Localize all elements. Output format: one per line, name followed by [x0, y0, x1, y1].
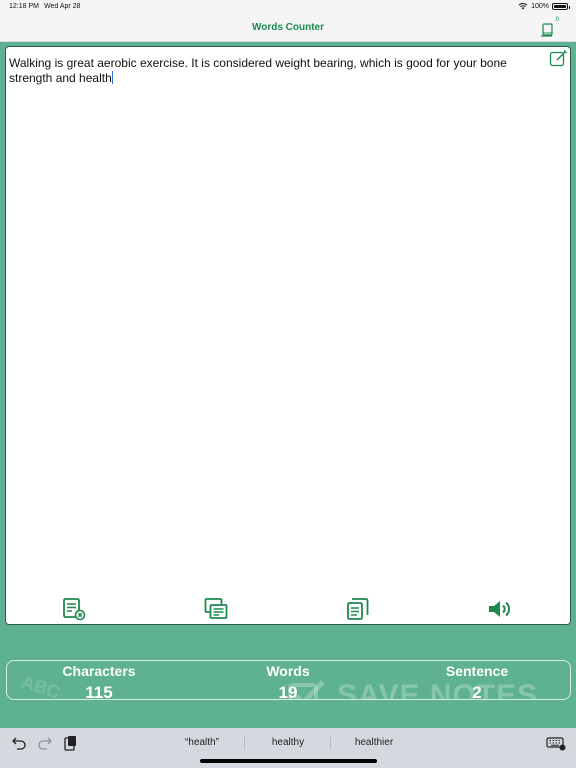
wifi-icon [518, 3, 528, 10]
text-caret [111, 71, 113, 84]
clear-text-icon [63, 598, 86, 621]
paste-icon [204, 598, 228, 619]
characters-stat: Characters 115 [19, 663, 179, 700]
edit-note-button[interactable] [549, 49, 568, 68]
home-indicator [200, 759, 377, 763]
copy-icon [347, 598, 369, 620]
battery-level [554, 4, 566, 8]
status-time: 12:18 PM [9, 3, 39, 10]
speak-button[interactable] [487, 597, 511, 621]
suggestion-1[interactable]: “health” [162, 737, 242, 748]
characters-label: Characters [62, 663, 136, 679]
characters-value: 115 [85, 683, 113, 700]
redo-icon [38, 737, 52, 750]
keyboard-dismiss-button[interactable] [546, 735, 566, 751]
status-indicators: 100% [518, 2, 570, 10]
paste-button[interactable] [204, 597, 228, 621]
text-editor[interactable]: Walking is great aerobic exercise. It is… [5, 46, 571, 625]
statistics-panel: ABC SAVE NOTES Characters 115 Words 19 S… [6, 660, 571, 700]
undo-button[interactable] [11, 735, 27, 751]
suggestion-2[interactable]: healthy [248, 737, 328, 748]
saved-notes-count: 0 [555, 17, 559, 23]
words-label: Words [266, 663, 310, 679]
suggestion-divider [244, 736, 245, 750]
battery-percent: 100% [531, 2, 549, 10]
saved-notes-icon [541, 23, 553, 37]
editor-text: Walking is great aerobic exercise. It is… [9, 56, 507, 85]
clear-text-button[interactable] [62, 597, 86, 621]
redo-button[interactable] [37, 735, 53, 751]
edit-note-icon [549, 50, 567, 67]
suggestion-divider [330, 736, 331, 750]
paste-clipboard-button[interactable] [62, 735, 78, 751]
status-bar: 12:18 PM Wed Apr 28 100% [0, 0, 576, 14]
editor-text-area[interactable]: Walking is great aerobic exercise. It is… [9, 56, 510, 86]
status-date: Wed Apr 28 [44, 3, 81, 10]
sentence-value: 2 [472, 683, 482, 700]
battery-icon [552, 2, 570, 10]
copy-button[interactable] [346, 597, 370, 621]
undo-icon [12, 737, 26, 750]
paste-clipboard-icon [64, 736, 76, 751]
saved-notes-button[interactable]: 0 [540, 17, 560, 37]
suggestion-3[interactable]: healthier [334, 737, 414, 748]
page-title: Words Counter [251, 22, 325, 33]
words-stat: Words 19 [208, 663, 368, 700]
keyboard-dismiss-icon [546, 737, 566, 751]
words-value: 19 [278, 683, 298, 700]
speaker-icon [489, 601, 510, 617]
sentence-label: Sentence [445, 663, 509, 679]
navigation-bar: Words Counter 0 [0, 14, 576, 42]
sentence-stat: Sentence 2 [397, 663, 557, 700]
